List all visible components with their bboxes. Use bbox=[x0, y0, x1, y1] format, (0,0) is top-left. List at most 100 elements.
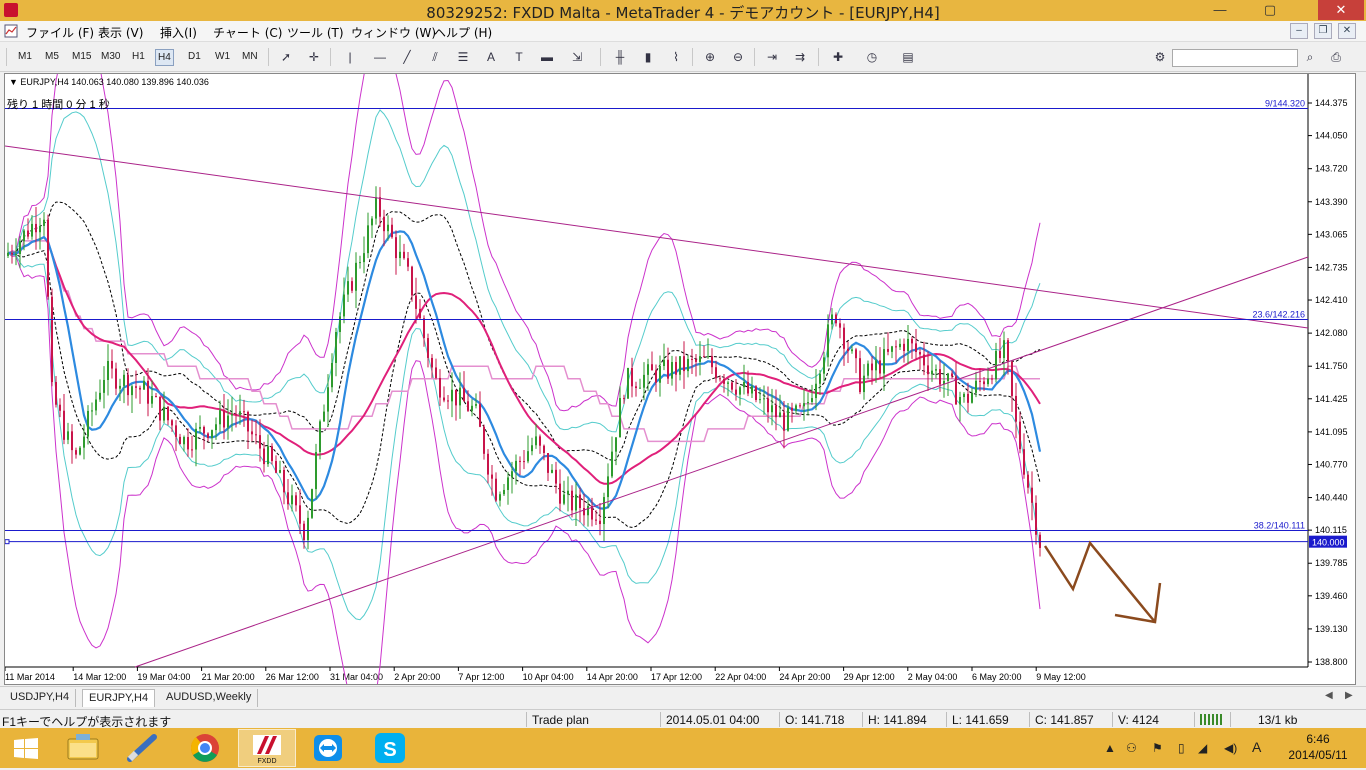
crosshair-icon[interactable]: ✛ bbox=[304, 48, 324, 66]
close-button[interactable]: ✕ bbox=[1318, 0, 1364, 20]
candle-body bbox=[539, 436, 541, 446]
account-icon[interactable]: ⎙ bbox=[1326, 48, 1346, 66]
indicators-icon[interactable]: ✚ bbox=[828, 48, 848, 66]
candle-body bbox=[567, 490, 569, 495]
chart-symbol-info: ▼ EURJPY,H4 140.063 140.080 139.896 140.… bbox=[9, 77, 209, 87]
candle-body bbox=[723, 378, 725, 384]
timeframe-h4[interactable]: H4 bbox=[155, 49, 174, 66]
tray-expand-icon[interactable]: ▲ bbox=[1104, 741, 1116, 755]
tray-ime-indicator[interactable]: A bbox=[1252, 739, 1261, 755]
bar-chart-icon[interactable]: ╫ bbox=[610, 48, 630, 66]
candle-body bbox=[807, 402, 809, 404]
tab-audusd-weekly[interactable]: AUDUSD,Weekly bbox=[160, 689, 259, 707]
autoscroll-icon[interactable]: ⇉ bbox=[790, 48, 810, 66]
candle-body bbox=[291, 495, 293, 505]
text-icon[interactable]: A bbox=[481, 48, 501, 66]
candle-body bbox=[475, 404, 477, 406]
chart-shift-icon[interactable]: ⇥ bbox=[762, 48, 782, 66]
candle-body bbox=[931, 370, 933, 375]
search-icon[interactable]: ⌕ bbox=[1300, 48, 1320, 66]
candle-body bbox=[391, 224, 393, 238]
rectangle-icon[interactable]: ▬ bbox=[537, 48, 557, 66]
timeframe-m1[interactable]: M1 bbox=[16, 49, 34, 64]
pen-tool-icon[interactable] bbox=[114, 729, 172, 767]
fxdd-icon[interactable]: FXDD bbox=[238, 729, 296, 767]
menu-tools[interactable]: ツール (T) bbox=[287, 24, 344, 41]
status-traffic: 13/1 kb bbox=[1258, 713, 1298, 727]
menu-window[interactable]: ウィンドウ (W) bbox=[351, 24, 436, 41]
candle-body bbox=[183, 437, 185, 445]
tray-battery-icon[interactable]: ▯ bbox=[1178, 741, 1185, 755]
settings-icon[interactable]: ⚙ bbox=[1150, 48, 1170, 66]
price-chart[interactable]: 144.375 144.050 143.720 143.390 143.065 142.7… bbox=[5, 74, 1355, 684]
periods-icon[interactable]: ◷ bbox=[862, 48, 882, 66]
tray-volume-icon[interactable]: ◀) bbox=[1224, 741, 1237, 755]
tray-network-share-icon[interactable]: ⚇ bbox=[1126, 741, 1137, 755]
chart-window[interactable]: 144.375 144.050 143.720 143.390 143.065 142.7… bbox=[4, 73, 1356, 685]
candle-body bbox=[815, 383, 817, 399]
candle-body bbox=[51, 296, 53, 383]
price-tick-label: 143.720 bbox=[1315, 164, 1348, 174]
timeframe-h1[interactable]: H1 bbox=[130, 49, 147, 64]
candle-body bbox=[859, 358, 861, 393]
timeframe-m15[interactable]: M15 bbox=[70, 49, 93, 64]
teamviewer-icon[interactable] bbox=[300, 729, 358, 767]
ascending-trendline bbox=[134, 256, 1309, 668]
candle-body bbox=[395, 237, 397, 259]
mdi-restore-button[interactable]: ❐ bbox=[1314, 23, 1332, 39]
start-icon[interactable] bbox=[0, 729, 52, 767]
chrome-icon[interactable] bbox=[176, 729, 234, 767]
candle-body bbox=[795, 405, 797, 411]
zoom-out-icon[interactable]: ⊖ bbox=[728, 48, 748, 66]
menu-help[interactable]: ヘルプ (H) bbox=[434, 24, 492, 41]
candle-body bbox=[531, 445, 533, 452]
taskbar-clock[interactable]: 6:46 2014/05/11 bbox=[1278, 731, 1358, 763]
skype-icon[interactable]: S bbox=[362, 729, 420, 767]
menu-file[interactable]: ファイル (F) bbox=[26, 24, 94, 41]
status-divider bbox=[1194, 712, 1195, 727]
price-tick-label: 142.080 bbox=[1315, 328, 1348, 338]
mdi-minimize-button[interactable]: – bbox=[1290, 23, 1308, 39]
tab-usdjpy-h4[interactable]: USDJPY,H4 bbox=[4, 689, 77, 707]
candle-body bbox=[87, 410, 89, 437]
arrows-icon[interactable]: ⇲ bbox=[567, 48, 587, 66]
text-label-icon[interactable]: T bbox=[509, 48, 529, 66]
tabs-scroll-right-icon[interactable]: ▶ bbox=[1345, 690, 1353, 701]
trendline-icon[interactable]: ╱ bbox=[397, 48, 417, 66]
file-explorer-icon[interactable] bbox=[54, 729, 112, 767]
tabs-scroll-left-icon[interactable]: ◀ bbox=[1325, 690, 1333, 701]
tray-flag-icon[interactable]: ⚑ bbox=[1152, 741, 1163, 755]
price-tick-label: 140.770 bbox=[1315, 459, 1348, 469]
time-tick-label: 31 Mar 04:00 bbox=[330, 672, 383, 682]
horizontal-line-icon[interactable]: — bbox=[370, 48, 390, 66]
menu-chart[interactable]: チャート (C) bbox=[213, 24, 282, 41]
tab-eurjpy-h4[interactable]: EURJPY,H4 bbox=[82, 689, 156, 707]
minimize-button[interactable]: — bbox=[1206, 0, 1234, 20]
timeframe-mn[interactable]: MN bbox=[240, 49, 260, 64]
line-chart-icon[interactable]: ⌇ bbox=[666, 48, 686, 66]
menu-view[interactable]: 表示 (V) bbox=[98, 24, 143, 41]
tray-wifi-icon[interactable]: ◢ bbox=[1198, 741, 1207, 755]
candle-body bbox=[999, 350, 1001, 359]
timeframe-d1[interactable]: D1 bbox=[186, 49, 203, 64]
timeframe-w1[interactable]: W1 bbox=[213, 49, 232, 64]
menu-insert[interactable]: 挿入(I) bbox=[160, 24, 197, 41]
search-input[interactable] bbox=[1172, 49, 1298, 67]
candlestick-icon[interactable]: ▮ bbox=[638, 48, 658, 66]
templates-icon[interactable]: ▤ bbox=[898, 48, 918, 66]
equidistant-channel-icon[interactable]: ⫽ bbox=[425, 48, 445, 66]
candle-body bbox=[867, 363, 869, 376]
timeframe-m5[interactable]: M5 bbox=[43, 49, 61, 64]
vertical-line-icon[interactable]: | bbox=[340, 48, 360, 66]
candle-body bbox=[111, 360, 113, 369]
candle-body bbox=[995, 350, 997, 380]
candle-body bbox=[559, 483, 561, 504]
zoom-in-icon[interactable]: ⊕ bbox=[700, 48, 720, 66]
fibonacci-icon[interactable]: ☰ bbox=[453, 48, 473, 66]
timeframe-m30[interactable]: M30 bbox=[99, 49, 122, 64]
candle-body bbox=[779, 412, 781, 418]
mdi-close-button[interactable]: ✕ bbox=[1338, 23, 1356, 39]
candle-body bbox=[907, 338, 909, 352]
maximize-button[interactable]: ▢ bbox=[1256, 0, 1284, 20]
cursor-icon[interactable]: ➚ bbox=[276, 48, 296, 66]
